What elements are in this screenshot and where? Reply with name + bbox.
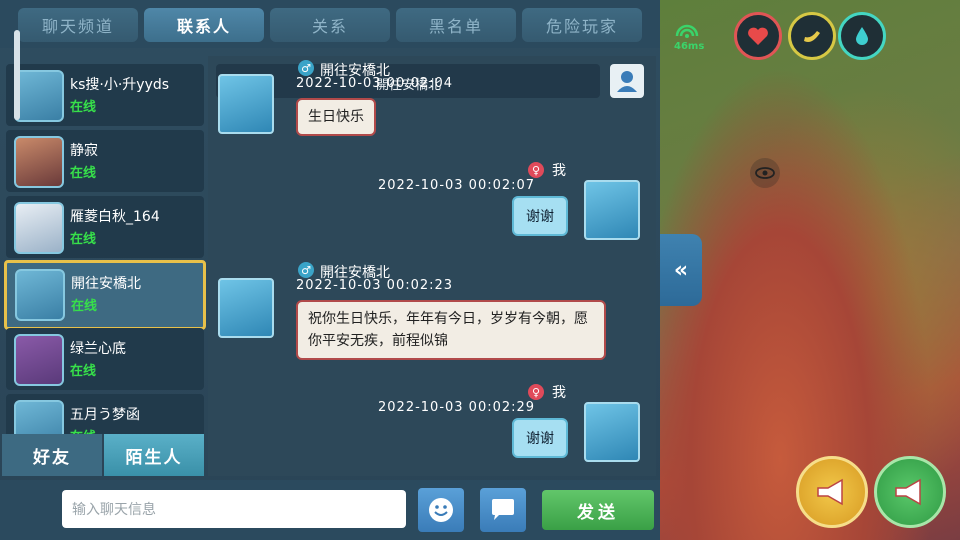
tab-relations[interactable]: 关系: [270, 8, 390, 42]
tab-blacklist[interactable]: 黑名单: [396, 8, 516, 42]
contact-item[interactable]: 绿兰心底 在线: [6, 328, 204, 390]
chat-input[interactable]: [62, 490, 406, 528]
tab-dangerous-players[interactable]: 危险玩家: [522, 8, 642, 42]
contact-status: 在线: [70, 166, 97, 181]
contact-status: 在线: [71, 299, 98, 314]
message-avatar[interactable]: [218, 74, 274, 134]
contact-item[interactable]: ks搜·小·升yyds 在线: [6, 64, 204, 126]
broadcast-button[interactable]: [796, 456, 868, 528]
send-button[interactable]: 发送: [542, 490, 654, 530]
message-bubble: 谢谢: [512, 196, 568, 236]
chat-messages-area: 開往安橋北 ♂ 開往安橋北 2022-10-03 00:02:04 生日快乐 ♀…: [208, 56, 656, 476]
message-bubble: 谢谢: [512, 418, 568, 458]
signal-icon: [675, 24, 699, 38]
megaphone-icon: [817, 478, 843, 506]
tab-strangers[interactable]: 陌生人: [104, 434, 204, 476]
avatar: [14, 334, 64, 386]
avatar: [15, 269, 65, 321]
contact-item[interactable]: 雁菱白秋_164 在线: [6, 196, 204, 258]
male-icon: ♂: [298, 60, 314, 76]
contact-status: 在线: [70, 100, 97, 115]
ping-text: 46ms: [674, 41, 705, 52]
contact-name: 雁菱白秋_164: [70, 209, 160, 225]
female-icon: ♀: [528, 162, 544, 178]
tab-bar: 聊天频道 联系人 关系 黑名单 危险玩家: [0, 0, 660, 48]
message-time: 2022-10-03 00:02:07: [378, 178, 536, 193]
contact-scrollbar[interactable]: [14, 30, 20, 120]
message-sender: 我: [552, 163, 566, 179]
smiley-icon: [429, 498, 453, 522]
male-icon: ♂: [298, 262, 314, 278]
view-profile-button[interactable]: [610, 64, 644, 98]
tab-friends[interactable]: 好友: [2, 434, 102, 476]
tab-contacts[interactable]: 联系人: [144, 8, 264, 42]
emoji-button[interactable]: [418, 488, 464, 532]
user-icon: [617, 71, 637, 92]
message-bubble: 生日快乐: [296, 98, 376, 136]
megaphone-icon: [895, 478, 921, 506]
food-icon: [804, 31, 820, 42]
contact-name: 開往安橋北: [71, 276, 141, 292]
contact-item[interactable]: 静寂 在线: [6, 130, 204, 192]
tab-chat-channel[interactable]: 聊天频道: [18, 8, 138, 42]
message-time: 2022-10-03 00:02:23: [296, 278, 454, 293]
eye-icon: [755, 167, 775, 179]
message-avatar[interactable]: [584, 402, 640, 462]
contact-status: 在线: [70, 426, 96, 434]
avatar: [14, 202, 64, 254]
avatar: [14, 136, 64, 188]
health-button[interactable]: [734, 12, 782, 60]
contact-status: 在线: [70, 364, 97, 379]
contact-list: ks搜·小·升yyds 在线 静寂 在线 雁菱白秋_164 在线 開往安橋北 在…: [4, 60, 206, 434]
quick-phrase-button[interactable]: [480, 488, 526, 532]
contact-name: 绿兰心底: [70, 341, 126, 357]
contact-name: 静寂: [70, 143, 98, 159]
voice-button[interactable]: [874, 456, 946, 528]
hunger-button[interactable]: [788, 12, 836, 60]
female-icon: ♀: [528, 384, 544, 400]
message-avatar[interactable]: [218, 278, 274, 338]
contact-status: 在线: [70, 232, 97, 247]
thirst-button[interactable]: [838, 12, 886, 60]
message-bubble: 祝你生日快乐，年年有今日，岁岁有今朝，愿你平安无疾，前程似锦: [296, 300, 606, 360]
friend-type-tabs: 好友 陌生人: [0, 434, 206, 476]
message-time: 2022-10-03 00:02:29: [378, 400, 536, 415]
contact-item[interactable]: 五月う梦函 在线: [6, 394, 204, 434]
contact-name: 五月う梦函: [70, 407, 140, 423]
heart-icon: [748, 27, 768, 45]
message-avatar[interactable]: [584, 180, 640, 240]
view-toggle-button[interactable]: [750, 158, 780, 188]
double-chevron-left-icon: «: [673, 257, 689, 283]
network-signal: 46ms: [674, 24, 704, 52]
contact-item-selected[interactable]: 開往安橋北 在线: [4, 260, 206, 330]
collapse-panel-button[interactable]: «: [660, 234, 702, 306]
chat-bubble-icon: [492, 499, 514, 520]
message-sender: 我: [552, 385, 566, 401]
contact-name: ks搜·小·升yyds: [70, 77, 170, 93]
water-drop-icon: [856, 27, 868, 45]
chat-input-bar: 发送: [0, 480, 660, 540]
avatar: [14, 400, 64, 434]
avatar: [14, 70, 64, 122]
social-panel: 聊天频道 联系人 关系 黑名单 危险玩家 ks搜·小·升yyds 在线 静寂 在…: [0, 0, 660, 540]
message-time: 2022-10-03 00:02:04: [296, 76, 454, 91]
